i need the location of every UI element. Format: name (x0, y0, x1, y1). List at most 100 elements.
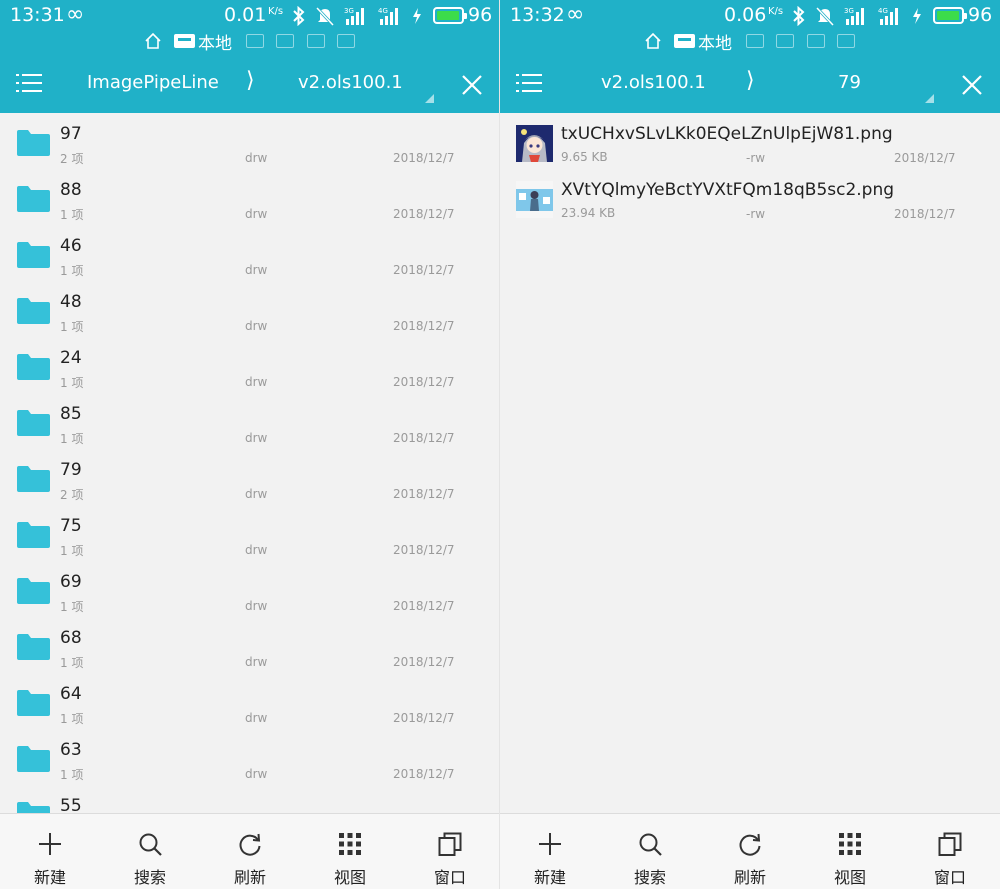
folder-permissions: drw (245, 655, 268, 669)
location-row: 本地 (0, 30, 499, 54)
network-speed-unit: K/s (768, 6, 784, 17)
folder-item-count: 1 项 (60, 600, 84, 614)
breadcrumb-separator: ⟩ (246, 68, 255, 93)
list-item[interactable]: XVtYQlmyYeBctYVXtFQm18qB5sc2.png 23.94 KB… (500, 169, 1000, 225)
folder-item-count: 1 项 (60, 656, 84, 670)
toolbar-button-window[interactable]: 窗口 (400, 814, 499, 889)
storage-tab-4[interactable] (307, 34, 325, 48)
folder-item-count: 1 项 (60, 376, 84, 390)
storage-tab-3[interactable] (776, 34, 794, 48)
battery-level (937, 11, 960, 20)
storage-tab-2[interactable] (746, 34, 764, 48)
list-item[interactable]: 55 (0, 785, 499, 813)
toolbar-button-grid[interactable]: 视图 (300, 814, 400, 889)
toolbar-button-search[interactable]: 搜索 (100, 814, 200, 889)
close-icon[interactable] (461, 74, 483, 96)
battery-icon (933, 7, 967, 24)
folder-icon (17, 298, 50, 324)
folder-date: 2018/12/7 (393, 655, 455, 669)
folder-date: 2018/12/7 (393, 431, 455, 445)
list-item[interactable]: 64 1 项 drw 2018/12/7 (0, 673, 499, 729)
storage-icon (674, 34, 695, 48)
breadcrumb-parent[interactable]: ImagePipeLine (87, 72, 219, 93)
home-icon[interactable] (143, 31, 163, 51)
list-item[interactable]: 97 2 项 drw 2018/12/7 (0, 113, 499, 169)
folder-name: 79 (60, 460, 82, 480)
local-storage-label: 本地 (198, 33, 232, 54)
folder-item-count: 2 项 (60, 488, 84, 502)
list-item[interactable]: 69 1 项 drw 2018/12/7 (0, 561, 499, 617)
storage-tab-4[interactable] (807, 34, 825, 48)
storage-icon (174, 34, 195, 48)
folder-date: 2018/12/7 (393, 711, 455, 725)
network-tab[interactable] (337, 34, 355, 48)
local-storage-tab[interactable]: 本地 (674, 30, 732, 54)
storage-tab-2[interactable] (246, 34, 264, 48)
close-icon[interactable] (961, 74, 983, 96)
list-item[interactable]: 24 1 项 drw 2018/12/7 (0, 337, 499, 393)
svg-text:3G: 3G (844, 7, 854, 15)
svg-text:4G: 4G (378, 7, 388, 15)
charging-icon (913, 8, 921, 24)
toolbar-button-plus[interactable]: 新建 (0, 814, 100, 889)
grid-icon (339, 833, 361, 855)
toolbar-button-plus[interactable]: 新建 (500, 814, 600, 889)
toolbar-button-label: 搜索 (633, 868, 666, 887)
file-date: 2018/12/7 (894, 151, 956, 165)
breadcrumb-parent[interactable]: v2.ols100.1 (601, 72, 706, 93)
folder-permissions: drw (245, 543, 268, 557)
folder-icon (17, 242, 50, 268)
folder-name: 97 (60, 124, 82, 144)
toolbar-button-search[interactable]: 搜索 (600, 814, 700, 889)
folder-permissions: drw (245, 375, 268, 389)
storage-tab-3[interactable] (276, 34, 294, 48)
breadcrumb-dropdown-icon[interactable] (925, 94, 934, 103)
menu-icon[interactable] (516, 72, 542, 94)
breadcrumb-current[interactable]: v2.ols100.1 (298, 72, 403, 93)
home-icon[interactable] (643, 31, 663, 51)
breadcrumb-dropdown-icon[interactable] (425, 94, 434, 103)
toolbar-button-window[interactable]: 窗口 (900, 814, 1000, 889)
toolbar-button-refresh[interactable]: 刷新 (700, 814, 800, 889)
toolbar-button-grid[interactable]: 视图 (800, 814, 900, 889)
folder-name: 63 (60, 740, 82, 760)
folder-permissions: drw (245, 711, 268, 725)
folder-icon (17, 410, 50, 436)
list-item[interactable]: 75 1 项 drw 2018/12/7 (0, 505, 499, 561)
mute-bell-icon (316, 6, 334, 26)
file-size: 9.65 KB (561, 150, 608, 164)
list-item[interactable]: 63 1 项 drw 2018/12/7 (0, 729, 499, 785)
file-size: 23.94 KB (561, 206, 616, 220)
toolbar: ImagePipeLine ⟩ v2.ols100.1 (0, 58, 499, 110)
breadcrumb-current[interactable]: 79 (838, 72, 861, 93)
local-storage-tab[interactable]: 本地 (174, 30, 232, 54)
menu-icon[interactable] (16, 72, 42, 94)
folder-date: 2018/12/7 (393, 767, 455, 781)
list-item[interactable]: 79 2 项 drw 2018/12/7 (0, 449, 499, 505)
battery-icon (433, 7, 467, 24)
folder-date: 2018/12/7 (393, 375, 455, 389)
list-item[interactable]: 85 1 项 drw 2018/12/7 (0, 393, 499, 449)
network-speed: 0.01 (224, 4, 267, 26)
toolbar-button-label: 窗口 (433, 868, 466, 887)
signal-4g-icon: 4G (378, 7, 398, 25)
folder-date: 2018/12/7 (393, 263, 455, 277)
folder-name: 69 (60, 572, 82, 592)
header: 13:32 ∞ 0.06 K/s 3G 4G 96 本地 v2.ols100.1… (500, 0, 1000, 113)
list-item[interactable]: 48 1 项 drw 2018/12/7 (0, 281, 499, 337)
network-speed-unit: K/s (268, 6, 284, 17)
toolbar-button-refresh[interactable]: 刷新 (200, 814, 300, 889)
list-item[interactable]: 68 1 项 drw 2018/12/7 (0, 617, 499, 673)
list-item[interactable]: txUCHxvSLvLKk0EQeLZnUlpEjW81.png 9.65 KB -… (500, 113, 1000, 169)
refresh-icon (239, 833, 261, 856)
signal-3g-icon: 3G (344, 7, 364, 25)
folder-list: 97 2 项 drw 2018/12/7 88 1 项 drw 2018/12/7 46 1 项 d… (0, 113, 499, 813)
folder-item-count: 1 项 (60, 768, 84, 782)
list-item[interactable]: 88 1 项 drw 2018/12/7 (0, 169, 499, 225)
folder-icon (17, 130, 50, 156)
list-item[interactable]: 46 1 项 drw 2018/12/7 (0, 225, 499, 281)
network-tab[interactable] (837, 34, 855, 48)
search-icon (639, 833, 662, 856)
battery-percent: 96 (468, 4, 493, 26)
toolbar-button-label: 新建 (533, 868, 566, 887)
